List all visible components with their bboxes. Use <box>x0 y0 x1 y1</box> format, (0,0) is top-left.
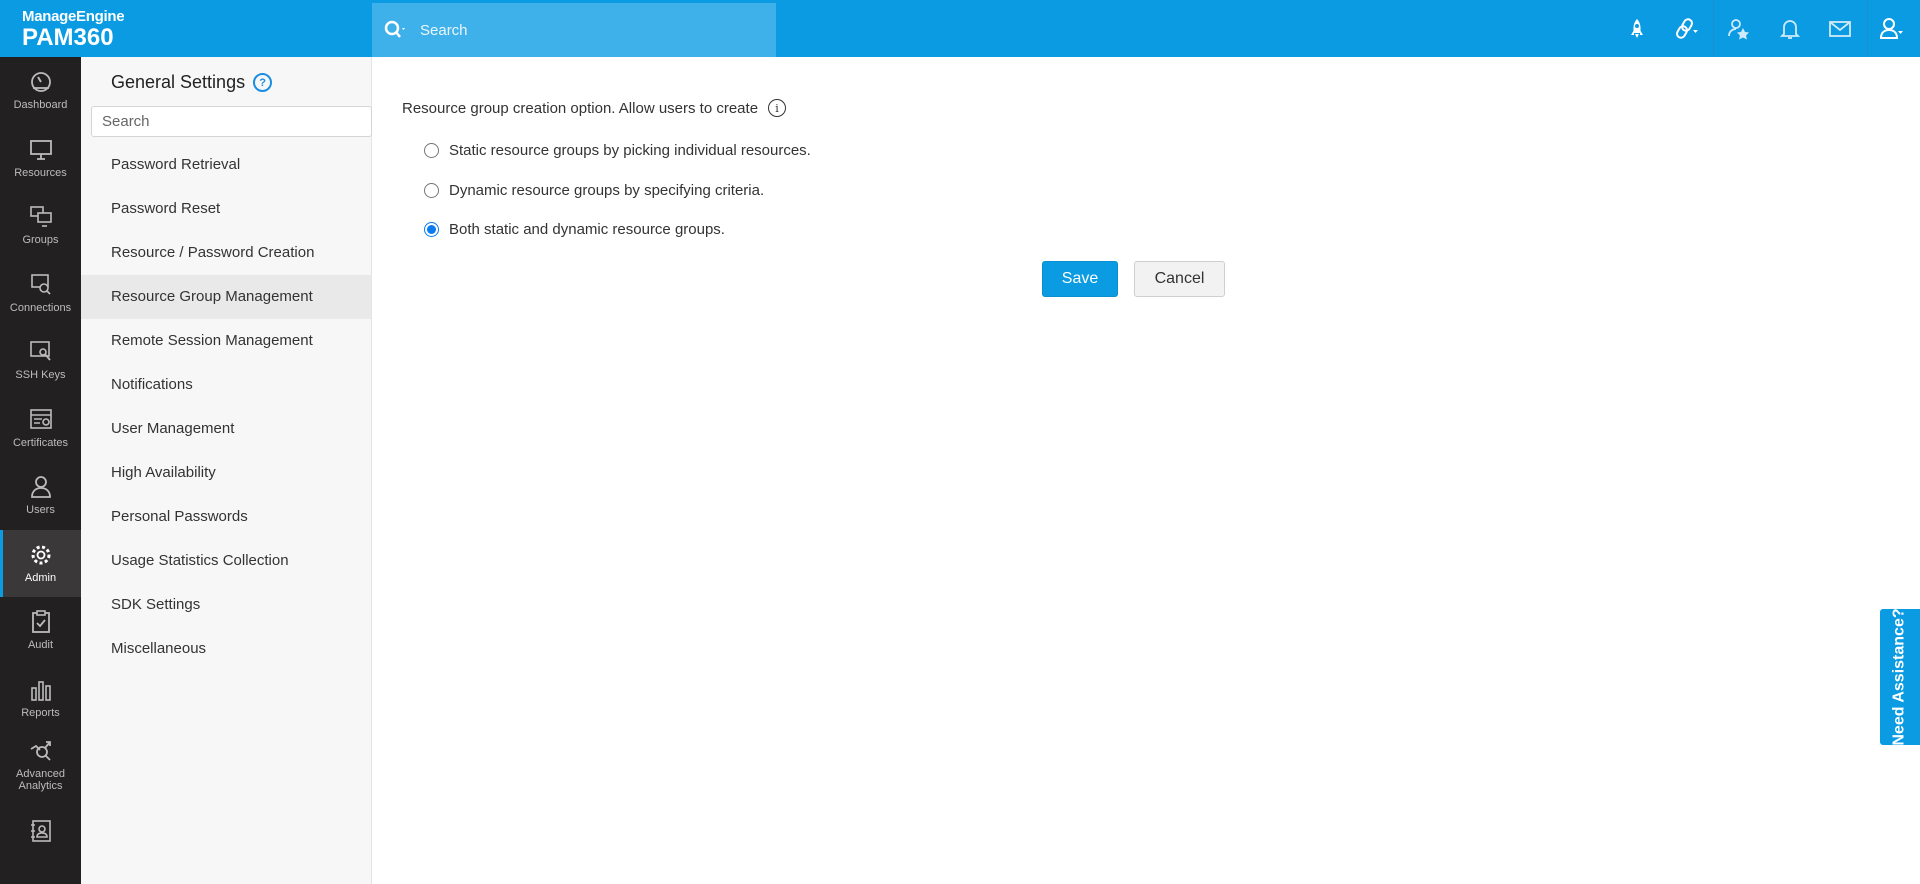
settings-menu-item[interactable]: User Management <box>81 407 371 451</box>
user-star-icon[interactable] <box>1724 14 1754 44</box>
analytics-icon <box>30 741 51 761</box>
gear-icon <box>31 545 50 565</box>
radio-label: Dynamic resource groups by specifying cr… <box>449 181 765 199</box>
radio-label: Both static and dynamic resource groups. <box>449 221 725 239</box>
option-question: Resource group creation option. Allow us… <box>402 97 811 119</box>
top-header: ManageEngine PAM360 <box>0 0 1920 57</box>
radio-button[interactable] <box>424 182 439 198</box>
nav-item-label: Certificates <box>12 436 69 449</box>
radio-option[interactable]: Both static and dynamic resource groups. <box>424 210 811 250</box>
certificate-icon <box>29 408 52 429</box>
dashboard-icon <box>30 72 51 93</box>
nav-item-label: Resources <box>14 166 67 179</box>
user-icon[interactable] <box>1877 14 1907 44</box>
nav-item-connections[interactable]: Connections <box>0 260 81 328</box>
nav-item-label: Groups <box>22 234 59 247</box>
nav-item-advanced-analytics[interactable]: Advanced Analytics <box>0 732 81 800</box>
settings-menu: Password Retrieval Password Reset Resource… <box>81 143 371 671</box>
product-name: PAM360 <box>22 24 114 51</box>
clipboard-icon <box>31 610 50 634</box>
user-icon <box>30 476 51 499</box>
settings-menu-item[interactable]: SDK Settings <box>81 583 371 627</box>
main-nav: Dashboard Resources Groups Connections SSH K… <box>0 57 81 884</box>
connections-icon <box>30 273 51 295</box>
link-icon[interactable] <box>1672 14 1702 44</box>
nav-item-audit[interactable]: Audit <box>0 597 81 665</box>
nav-item-label: Connections <box>9 301 72 314</box>
rocket-icon[interactable] <box>1622 14 1652 44</box>
settings-panel: General Settings? Password RetrievalPass… <box>81 57 372 884</box>
need-assistance-tab[interactable]: Need Assistance? <box>1880 608 1920 746</box>
nav-item-label: Admin <box>24 571 57 584</box>
nav-item-label: Users <box>26 504 55 517</box>
radio-label: Static resource groups by picking indivi… <box>449 142 811 160</box>
nav-item-label: Advanced Analytics <box>16 768 65 793</box>
settings-menu-item[interactable]: Resource Group Management <box>81 275 371 319</box>
main-content: Resource group creation option. Allow us… <box>402 97 811 250</box>
radio-button[interactable] <box>424 143 439 159</box>
settings-menu-item[interactable]: Resource / Password Creation <box>81 231 371 275</box>
save-button[interactable]: Save <box>1042 261 1118 297</box>
settings-menu-item[interactable]: High Availability <box>81 451 371 495</box>
nav-item-label: Reports <box>21 706 60 719</box>
settings-menu-item[interactable]: Miscellaneous <box>81 627 371 671</box>
bar-chart-icon <box>30 680 51 701</box>
global-search-input[interactable] <box>420 21 720 39</box>
mail-icon[interactable] <box>1825 14 1855 44</box>
settings-menu-item[interactable]: Password Retrieval <box>81 143 371 187</box>
help-icon[interactable]: ? <box>253 73 273 92</box>
groups-icon <box>29 206 52 228</box>
radio-option[interactable]: Static resource groups by picking indivi… <box>424 131 811 171</box>
nav-item-dashboard[interactable]: Dashboard <box>0 57 81 125</box>
radio-button[interactable] <box>424 222 439 238</box>
monitor-icon <box>29 139 52 160</box>
nav-item-contacts[interactable] <box>0 800 81 868</box>
nav-item-reports[interactable]: Reports <box>0 665 81 733</box>
search-icon[interactable] <box>384 20 408 40</box>
settings-menu-item[interactable]: Usage Statistics Collection <box>81 539 371 583</box>
nav-item-certificates[interactable]: Certificates <box>0 395 81 463</box>
nav-item-users[interactable]: Users <box>0 462 81 530</box>
nav-item-label: Dashboard <box>13 99 68 112</box>
nav-item-label: Audit <box>27 639 54 652</box>
global-search <box>372 3 776 57</box>
panel-title: General Settings? <box>111 72 273 93</box>
brand-name: ManageEngine <box>22 8 125 25</box>
key-icon <box>29 341 51 361</box>
nav-item-groups[interactable]: Groups <box>0 192 81 260</box>
nav-item-ssh-keys[interactable]: SSH Keys <box>0 327 81 395</box>
contacts-icon <box>30 819 51 842</box>
settings-search-input[interactable] <box>91 106 372 137</box>
radio-option[interactable]: Dynamic resource groups by specifying cr… <box>424 171 811 211</box>
info-icon[interactable]: i <box>768 99 787 117</box>
nav-item-label: SSH Keys <box>15 369 66 382</box>
settings-menu-item[interactable]: Password Reset <box>81 187 371 231</box>
nav-item-resources[interactable]: Resources <box>0 125 81 193</box>
bell-icon[interactable] <box>1775 14 1805 44</box>
logo[interactable]: ManageEngine PAM360 <box>22 8 125 51</box>
settings-menu-item[interactable]: Notifications <box>81 363 371 407</box>
settings-menu-item[interactable]: Personal Passwords <box>81 495 371 539</box>
nav-item-admin[interactable]: Admin <box>0 529 81 597</box>
option-group: Static resource groups by picking indivi… <box>402 131 811 250</box>
settings-menu-item[interactable]: Remote Session Management <box>81 319 371 363</box>
cancel-button[interactable]: Cancel <box>1134 261 1225 297</box>
